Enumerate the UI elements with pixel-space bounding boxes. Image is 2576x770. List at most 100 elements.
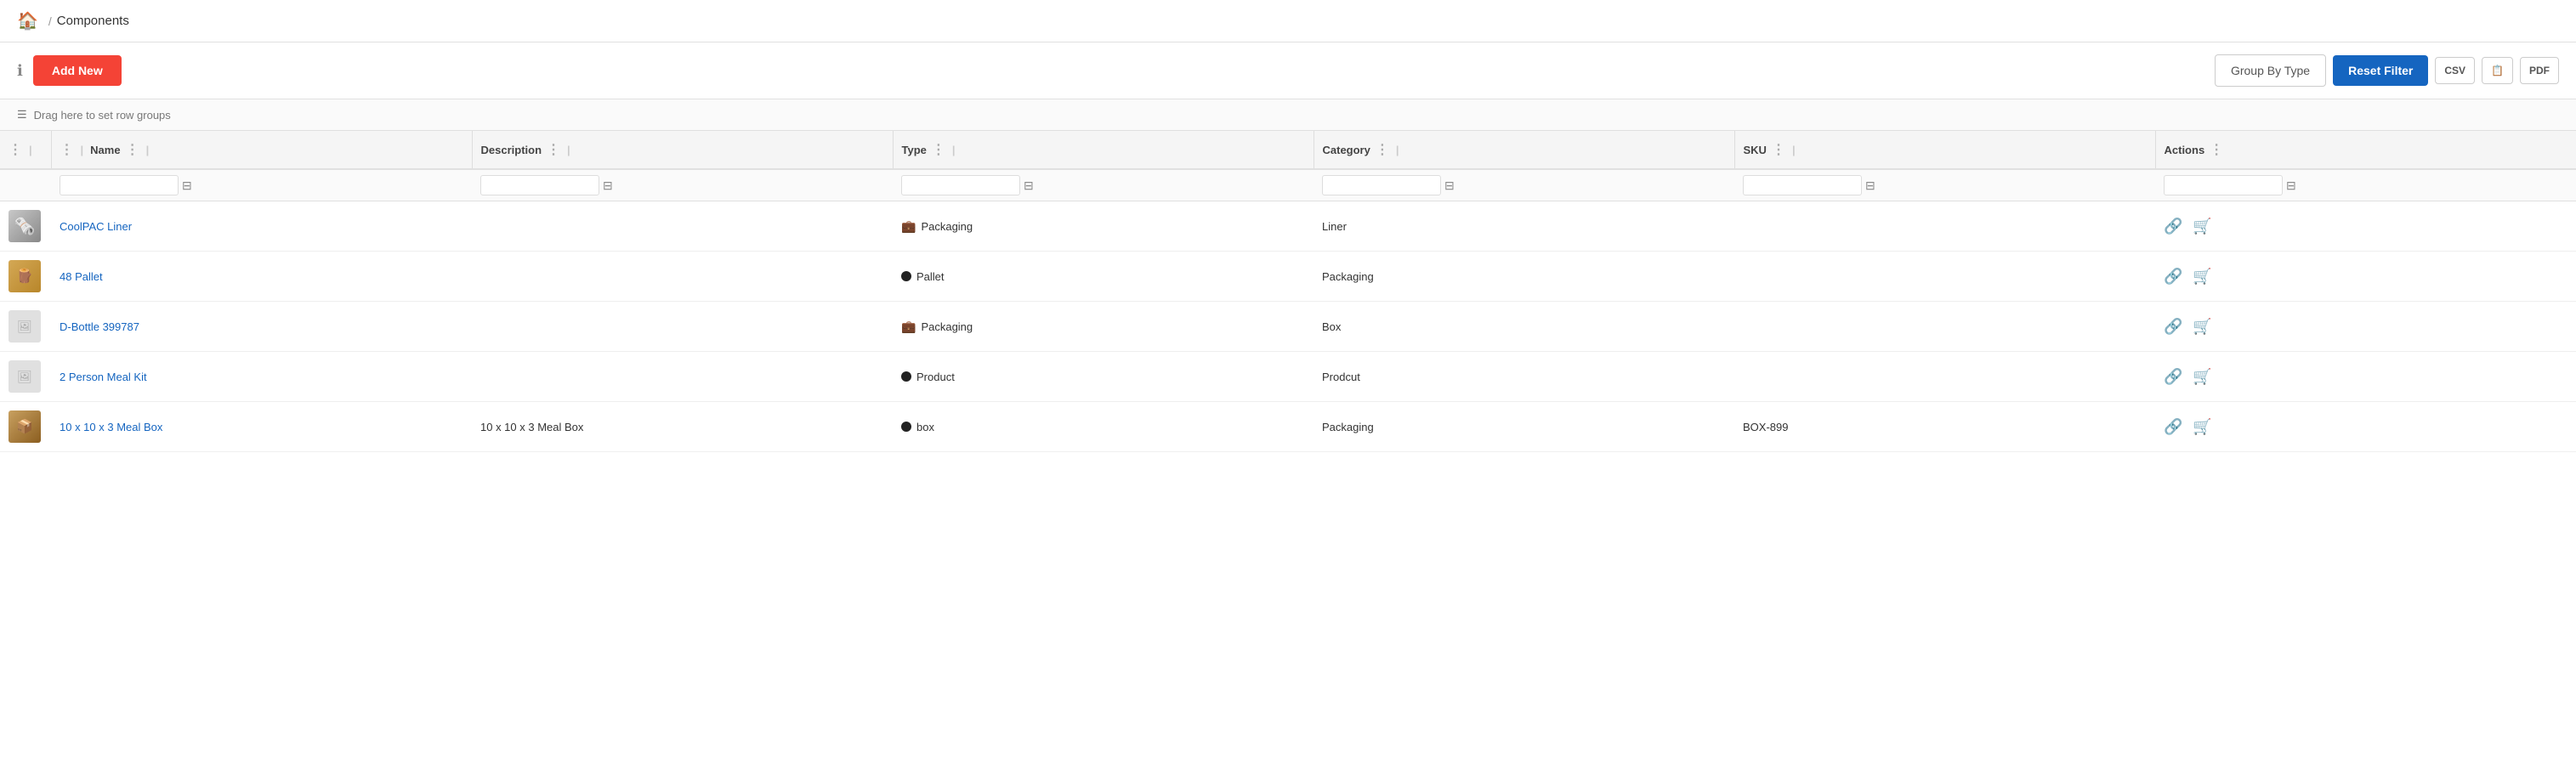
category-cell: Packaging xyxy=(1314,402,1734,452)
cart-action-icon[interactable]: 🛒 xyxy=(2193,418,2211,435)
component-name-link[interactable]: CoolPAC Liner xyxy=(60,220,132,233)
component-name-link[interactable]: 2 Person Meal Kit xyxy=(60,371,147,383)
sku-cell xyxy=(1734,302,2155,352)
category-cell: Box xyxy=(1314,302,1734,352)
table-row: 🪵 48 Pallet Pallet Packaging 🔗 🛒 xyxy=(0,252,2576,302)
thumb-cell: 🖼 xyxy=(0,302,51,352)
col-dots-thumb[interactable]: ⋮ xyxy=(9,141,22,158)
row-thumbnail: 🗞️ xyxy=(9,210,41,242)
toolbar-left: ℹ Add New xyxy=(17,55,122,86)
col-menu-actions[interactable]: ⋮ xyxy=(2210,141,2223,158)
component-name-link[interactable]: 48 Pallet xyxy=(60,270,103,283)
link-action-icon[interactable]: 🔗 xyxy=(2164,418,2182,435)
filter-name-icon[interactable]: ⊟ xyxy=(182,178,192,193)
description-cell xyxy=(472,352,893,402)
col-type: Type ⋮ | xyxy=(893,131,1314,169)
data-table: ⋮ | ⋮ | Name ⋮ | Description xyxy=(0,131,2576,452)
table-row: 🖼 2 Person Meal Kit Product Prodcut 🔗 🛒 xyxy=(0,352,2576,402)
col-menu-category[interactable]: ⋮ xyxy=(1376,141,1389,158)
export-csv-button[interactable]: CSV xyxy=(2435,57,2475,84)
col-thumb: ⋮ | xyxy=(0,131,51,169)
name-cell: D-Bottle 399787 xyxy=(51,302,472,352)
filter-type-input[interactable] xyxy=(901,175,1020,195)
table-row: 📦 10 x 10 x 3 Meal Box 10 x 10 x 3 Meal … xyxy=(0,402,2576,452)
name-cell: 48 Pallet xyxy=(51,252,472,302)
drag-group-row[interactable]: ☰ Drag here to set row groups xyxy=(0,99,2576,131)
name-cell: CoolPAC Liner xyxy=(51,201,472,252)
add-new-button[interactable]: Add New xyxy=(33,55,122,86)
col-menu-sku[interactable]: ⋮ xyxy=(1772,141,1785,158)
filter-name-input[interactable] xyxy=(60,175,179,195)
col-sku-label: SKU xyxy=(1744,144,1767,156)
type-label: Packaging xyxy=(921,320,973,333)
filter-name-cell: ⊟ xyxy=(51,169,472,201)
type-cell: box xyxy=(893,402,1314,452)
col-name: ⋮ | Name ⋮ | xyxy=(51,131,472,169)
col-menu-description[interactable]: ⋮ xyxy=(547,141,560,158)
filter-actions-cell: ⊟ xyxy=(2155,169,2576,201)
type-briefcase-icon: 💼 xyxy=(901,219,916,234)
breadcrumb-bar: 🏠 / Components xyxy=(0,0,2576,42)
cart-action-icon[interactable]: 🛒 xyxy=(2193,318,2211,335)
drag-text: Drag here to set row groups xyxy=(34,109,171,122)
thumb-cell: 🗞️ xyxy=(0,201,51,252)
filter-description-icon[interactable]: ⊟ xyxy=(603,178,613,193)
filter-sku-icon[interactable]: ⊟ xyxy=(1865,178,1875,193)
link-action-icon[interactable]: 🔗 xyxy=(2164,368,2182,385)
filter-description-input[interactable] xyxy=(480,175,599,195)
type-cell: 💼 Packaging xyxy=(893,302,1314,352)
page-title: Components xyxy=(57,14,129,28)
breadcrumb-separator: / xyxy=(48,14,52,28)
type-label: Packaging xyxy=(921,220,973,233)
toolbar-right: Group By Type Reset Filter CSV 📋 PDF xyxy=(2215,54,2559,87)
group-by-type-button[interactable]: Group By Type xyxy=(2215,54,2326,87)
col-description: Description ⋮ | xyxy=(472,131,893,169)
type-briefcase-icon: 💼 xyxy=(901,320,916,334)
type-label: box xyxy=(916,421,934,433)
component-name-link[interactable]: 10 x 10 x 3 Meal Box xyxy=(60,421,162,433)
col-menu-type[interactable]: ⋮ xyxy=(932,141,945,158)
actions-cell: 🔗 🛒 xyxy=(2155,201,2576,252)
category-cell: Prodcut xyxy=(1314,352,1734,402)
type-label: Product xyxy=(916,371,955,383)
type-label: Pallet xyxy=(916,270,945,283)
type-dot-icon xyxy=(901,371,911,382)
col-type-label: Type xyxy=(902,144,927,156)
table-row: 🖼 D-Bottle 399787 💼 Packaging Box 🔗 🛒 xyxy=(0,302,2576,352)
filter-type-cell: ⊟ xyxy=(893,169,1314,201)
col-menu-name[interactable]: ⋮ xyxy=(126,141,139,158)
col-dots-name[interactable]: ⋮ xyxy=(60,141,74,158)
cart-action-icon[interactable]: 🛒 xyxy=(2193,268,2211,285)
home-icon[interactable]: 🏠 xyxy=(17,10,38,31)
cart-action-icon[interactable]: 🛒 xyxy=(2193,218,2211,235)
filter-sku-input[interactable] xyxy=(1743,175,1862,195)
link-action-icon[interactable]: 🔗 xyxy=(2164,218,2182,235)
link-action-icon[interactable]: 🔗 xyxy=(2164,318,2182,335)
filter-actions-input[interactable] xyxy=(2164,175,2283,195)
thumb-cell: 📦 xyxy=(0,402,51,452)
filter-actions-icon[interactable]: ⊟ xyxy=(2286,178,2296,193)
row-thumbnail: 🖼 xyxy=(9,360,41,393)
thumb-cell: 🪵 xyxy=(0,252,51,302)
doc-icon: 📋 xyxy=(2491,65,2504,76)
info-icon[interactable]: ℹ xyxy=(17,62,23,80)
type-dot-icon xyxy=(901,422,911,432)
type-cell: Product xyxy=(893,352,1314,402)
type-cell: 💼 Packaging xyxy=(893,201,1314,252)
filter-type-icon[interactable]: ⊟ xyxy=(1024,178,1034,193)
reset-filter-button[interactable]: Reset Filter xyxy=(2333,55,2428,86)
filter-sku-cell: ⊟ xyxy=(1734,169,2155,201)
cart-action-icon[interactable]: 🛒 xyxy=(2193,368,2211,385)
link-action-icon[interactable]: 🔗 xyxy=(2164,268,2182,285)
col-actions: Actions ⋮ xyxy=(2155,131,2576,169)
table-row: 🗞️ CoolPAC Liner 💼 Packaging Liner 🔗 🛒 xyxy=(0,201,2576,252)
sku-cell: BOX-899 xyxy=(1734,402,2155,452)
filter-category-icon[interactable]: ⊟ xyxy=(1444,178,1455,193)
description-cell xyxy=(472,252,893,302)
filter-category-input[interactable] xyxy=(1322,175,1441,195)
table-header-row: ⋮ | ⋮ | Name ⋮ | Description xyxy=(0,131,2576,169)
col-category-label: Category xyxy=(1323,144,1370,156)
export-pdf-button[interactable]: PDF xyxy=(2520,57,2559,84)
component-name-link[interactable]: D-Bottle 399787 xyxy=(60,320,139,333)
export-doc-button[interactable]: 📋 xyxy=(2482,57,2513,84)
